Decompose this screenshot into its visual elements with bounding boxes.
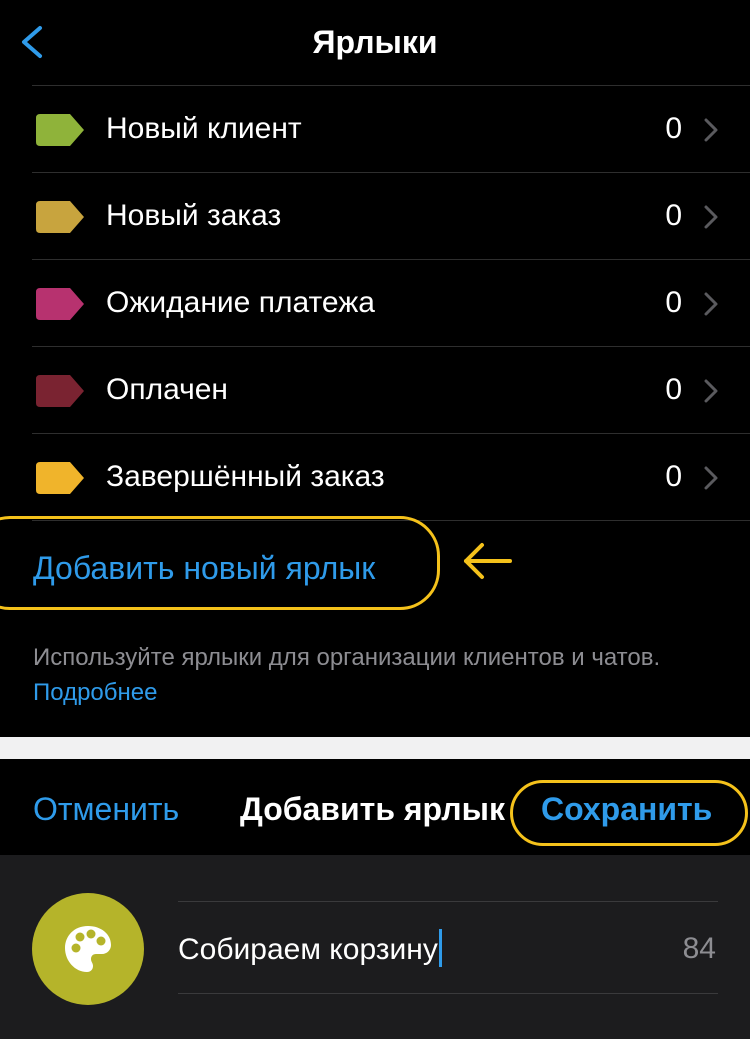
learn-more-link[interactable]: Подробнее [33,679,157,706]
label-row-awaiting-payment[interactable]: Ожидание платежа 0 [0,260,750,347]
hint-text: Используйте ярлыки для организации клиен… [33,640,723,710]
char-counter: 84 [682,932,716,965]
label-count: 0 [665,112,682,145]
label-form: Собираем корзину 84 [0,855,750,1039]
input-value: Собираем корзину [178,933,438,966]
color-picker-button[interactable] [32,893,144,1005]
chevron-right-icon [704,292,718,316]
tag-icon [36,201,84,233]
tag-icon [36,288,84,320]
chevron-right-icon [704,205,718,229]
chevron-right-icon [704,379,718,403]
label-row-new-order[interactable]: Новый заказ 0 [0,173,750,260]
label-count: 0 [665,199,682,232]
highlight-outline [510,780,748,846]
page-title: Ярлыки [312,24,438,60]
label-count: 0 [665,286,682,319]
tag-icon [36,114,84,146]
label-row-new-client[interactable]: Новый клиент 0 [0,86,750,173]
label-name: Новый заказ [106,199,282,232]
highlight-outline [0,516,440,610]
label-name: Ожидание платежа [106,286,375,319]
label-name: Оплачен [106,373,228,406]
hint-body: Используйте ярлыки для организации клиен… [33,644,661,671]
section-separator [0,737,750,759]
label-name-input[interactable]: Собираем корзину [178,929,442,970]
tag-icon [36,462,84,494]
arrow-left-icon [464,543,512,579]
nav-bar: Ярлыки [0,0,750,86]
label-name: Завершённый заказ [106,460,385,493]
divider [178,993,718,994]
chevron-right-icon [704,118,718,142]
divider [178,901,718,902]
cancel-button[interactable]: Отменить [33,789,179,829]
label-row-completed-order[interactable]: Завершённый заказ 0 [0,434,750,521]
text-cursor [438,929,442,967]
chevron-right-icon [704,466,718,490]
label-row-paid[interactable]: Оплачен 0 [0,347,750,434]
label-count: 0 [665,460,682,493]
palette-icon [65,926,111,972]
label-name: Новый клиент [106,112,302,145]
sheet-title: Добавить ярлык [240,791,505,827]
labels-list: Новый клиент 0 Новый заказ 0 Ожидание пл… [0,86,750,521]
label-count: 0 [665,373,682,406]
tag-icon [36,375,84,407]
